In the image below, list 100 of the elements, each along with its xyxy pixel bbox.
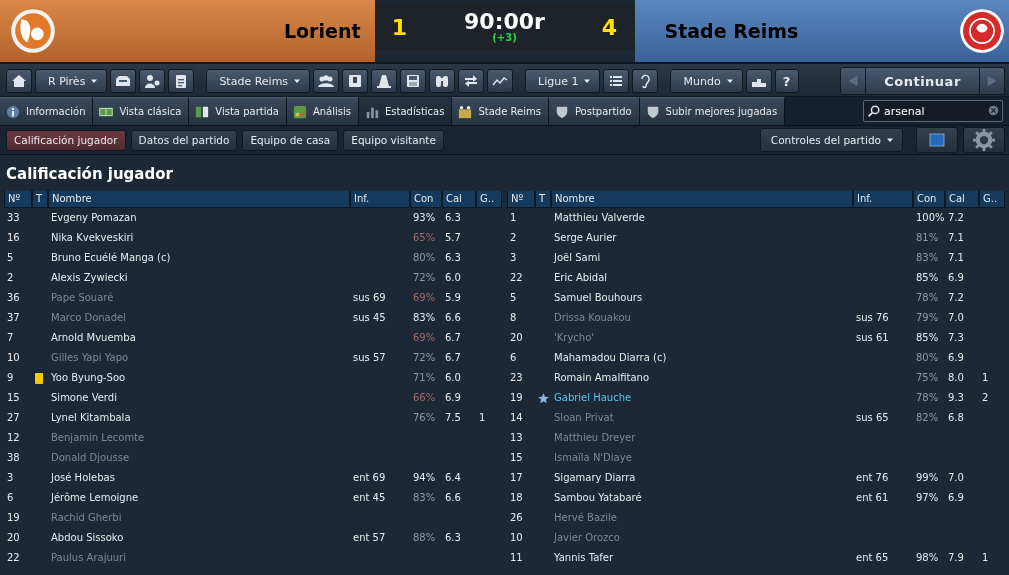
tab[interactable]: Vista clásica [93,97,190,125]
column-header[interactable]: Con [913,191,945,208]
dropdown-button[interactable]: Ligue 1 [525,69,601,93]
table-cell-text: Yannis Tafer [553,551,615,565]
table-cell-text: 72% [412,271,437,285]
table-cell-text: Hervé Bazile [553,511,618,525]
table-cell-text: 7.0 [947,471,965,485]
table-cell-text: Mahamadou Diarra (c) [553,351,668,365]
table-cell-text: 15 [509,451,524,465]
table-cell-text: Pape Souaré [50,291,115,305]
table-cell-text: 20 [6,531,21,545]
dropdown-button[interactable]: R Pirès [35,69,108,93]
table-cell-text: ent 65 [855,551,890,565]
sub-tab[interactable]: Equipo visitante [343,129,444,151]
table-cell-text: 6.3 [444,251,462,265]
table-cell-text: 100% [915,211,945,225]
table-cell-text: 10 [509,531,524,545]
column-header[interactable]: Cal [442,191,476,208]
tray-button[interactable] [110,69,137,93]
table-cell-text: 85% [915,271,940,285]
column-header[interactable]: Con [410,191,442,208]
table-cell-text: 79% [915,311,940,325]
table-cell-text: 1 [981,371,990,385]
sub-tab[interactable]: Calificación jugador [6,129,126,151]
column-header[interactable]: T [535,191,551,208]
shield-icon [554,104,569,119]
crest-icon [10,8,56,54]
table-cell-text: 6.0 [444,371,462,385]
binoculars-button[interactable] [429,69,456,93]
dropdown-button[interactable]: Mundo [670,69,743,93]
table-cell-text: ent 57 [352,531,387,545]
settings-icon [973,129,995,151]
cone-button[interactable] [371,69,398,93]
table-cell-text: 22 [509,271,524,285]
column-header[interactable]: T [32,191,48,208]
table-cell-text: 5 [6,251,15,265]
tab[interactable]: Postpartido [548,97,640,125]
tab[interactable]: Análisis [286,97,359,125]
table-cell-text: Javier Orozco [552,531,621,545]
column-header[interactable]: Inf. [350,191,410,208]
tab[interactable]: Stade Reims [452,97,549,125]
column-header[interactable]: Nombre [551,191,853,208]
table-cell-text: 27 [6,411,21,425]
clipboard-button[interactable] [168,69,195,93]
table-cell-text: 18 [509,491,524,505]
table-cell-text: 6.9 [444,391,462,405]
dropdown-button[interactable]: Stade Reims [206,69,311,93]
table-cell-text: 23 [509,371,524,385]
search-field[interactable]: arsenal [863,100,1003,122]
help-button[interactable]: ? [774,69,799,93]
tab[interactable]: Vista partida [189,97,287,125]
table-cell-text: 97% [915,491,940,505]
column-header[interactable]: Nº [507,191,535,208]
table-cell-text: 6.6 [444,311,462,325]
table-cell-text: 7.9 [947,551,965,565]
column-header[interactable]: Nombre [48,191,350,208]
square-icon [927,132,947,148]
table-cell-text: Sambou Yatabaré [553,491,643,505]
column-header[interactable]: Nº [4,191,32,208]
tab[interactable]: Información [0,97,94,125]
table-cell-text: 6.4 [444,471,462,485]
table-cell-text: 75% [915,371,940,385]
list-button[interactable] [603,69,630,93]
table-cell-text: 5.7 [444,231,462,245]
table-cell-text: Jérôme Lemoigne [49,491,140,505]
table-cell-text: 6.7 [444,331,462,345]
sub-tab[interactable]: Datos del partido [130,129,238,151]
people-button[interactable] [313,69,340,93]
floppy-disk-button[interactable] [400,69,427,93]
settings-button[interactable] [963,127,1005,153]
column-header[interactable]: Cal [945,191,979,208]
table-cell-text: 9 [6,371,15,385]
table-cell-text: 'Krycho' [553,331,596,345]
two-panels-icon [195,104,210,119]
table-cell-text: 20 [509,331,524,345]
person-button[interactable] [139,69,166,93]
window-button[interactable] [916,127,958,153]
continue-button[interactable]: Continuar [865,68,980,94]
ear-button[interactable] [632,69,659,93]
tab[interactable]: Subir mejores jugadas [639,97,786,125]
podium-button[interactable] [745,69,772,93]
column-header[interactable]: Inf. [853,191,913,208]
line-chart-button[interactable] [487,69,514,93]
match-clock: 90:00r [464,11,545,33]
table-cell-text: 3 [6,471,15,485]
table-cell-text: Gabriel Hauche [553,391,633,405]
home-button[interactable] [6,69,32,93]
table-cell-text: 16 [6,231,21,245]
table-cell-text: 94% [412,471,437,485]
column-header[interactable]: G.. [979,191,1005,208]
sub-tab[interactable]: Equipo de casa [242,129,339,151]
column-header[interactable]: G.. [476,191,502,208]
match-controls-dropdown[interactable]: Controles del partido [759,128,903,152]
table-cell-text: 80% [915,351,940,365]
swap-arrows-button[interactable] [458,69,485,93]
tab[interactable]: Estadísticas [359,97,453,125]
table-cell-text: 9.3 [947,391,965,405]
table-cell-text: sus 45 [352,311,387,325]
table-cell-text: 2 [6,271,15,285]
table-cell-text: Paulus Arajuuri [50,551,127,565]
